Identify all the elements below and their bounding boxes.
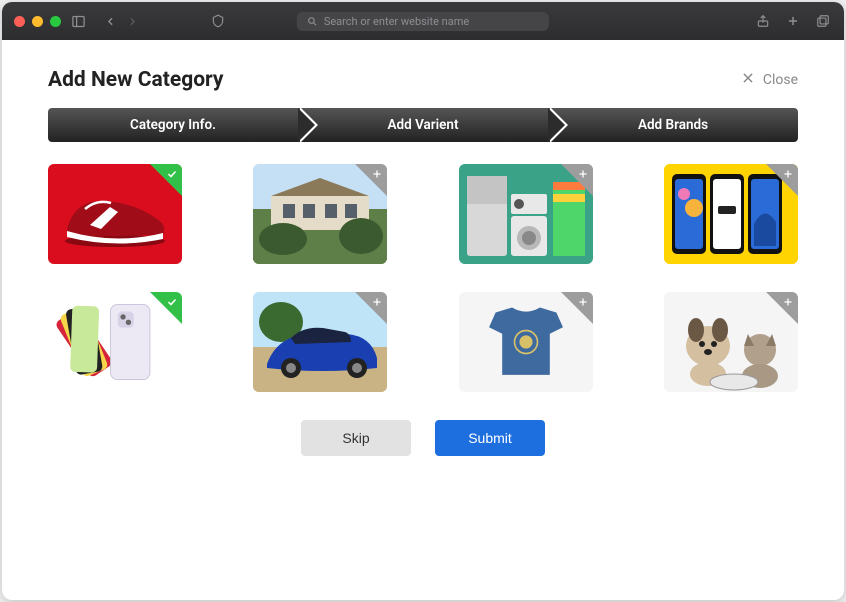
add-badge (561, 164, 593, 196)
skip-button[interactable]: Skip (301, 420, 411, 456)
minimize-window-dot[interactable] (32, 16, 43, 27)
sidebar-toggle-icon[interactable] (69, 12, 87, 30)
browser-window: Search or enter website name Add New Cat… (2, 2, 844, 600)
close-icon (741, 71, 755, 89)
plus-icon (577, 296, 589, 308)
category-card-tshirt[interactable] (459, 292, 593, 392)
add-badge (766, 292, 798, 324)
search-icon (307, 16, 318, 27)
submit-button[interactable]: Submit (435, 420, 545, 456)
category-card-pets[interactable] (664, 292, 798, 392)
titlebar: Search or enter website name (2, 2, 844, 40)
maximize-window-dot[interactable] (50, 16, 61, 27)
plus-icon (782, 168, 794, 180)
plus-icon (371, 296, 383, 308)
stepper: Category Info. Add Varient Add Brands (48, 108, 798, 142)
page-content: Add New Category Close Category Info. Ad… (2, 40, 844, 600)
add-badge (766, 164, 798, 196)
add-badge (355, 164, 387, 196)
new-tab-icon[interactable] (784, 12, 802, 30)
category-grid (48, 164, 798, 392)
step-category-info[interactable]: Category Info. (48, 108, 298, 142)
close-window-dot[interactable] (14, 16, 25, 27)
address-bar-placeholder: Search or enter website name (324, 15, 469, 28)
category-card-house[interactable] (253, 164, 387, 264)
plus-icon (371, 168, 383, 180)
back-icon[interactable] (101, 12, 119, 30)
plus-icon (782, 296, 794, 308)
check-icon (166, 296, 178, 308)
add-badge (561, 292, 593, 324)
window-controls (14, 16, 61, 27)
category-card-shoe[interactable] (48, 164, 182, 264)
check-icon (166, 168, 178, 180)
tabs-icon[interactable] (814, 12, 832, 30)
close-button[interactable]: Close (741, 71, 798, 89)
forward-icon[interactable] (123, 12, 141, 30)
page-title: Add New Category (48, 68, 224, 92)
category-card-iphone[interactable] (48, 292, 182, 392)
shield-icon[interactable] (209, 12, 227, 30)
category-card-car[interactable] (253, 292, 387, 392)
close-label: Close (763, 72, 798, 88)
category-card-appliances[interactable] (459, 164, 593, 264)
share-icon[interactable] (754, 12, 772, 30)
address-bar[interactable]: Search or enter website name (297, 12, 549, 31)
action-buttons: Skip Submit (48, 420, 798, 456)
plus-icon (577, 168, 589, 180)
step-add-variant[interactable]: Add Varient (298, 108, 548, 142)
add-badge (355, 292, 387, 324)
selected-badge (150, 292, 182, 324)
step-add-brands[interactable]: Add Brands (548, 108, 798, 142)
category-card-phones[interactable] (664, 164, 798, 264)
selected-badge (150, 164, 182, 196)
